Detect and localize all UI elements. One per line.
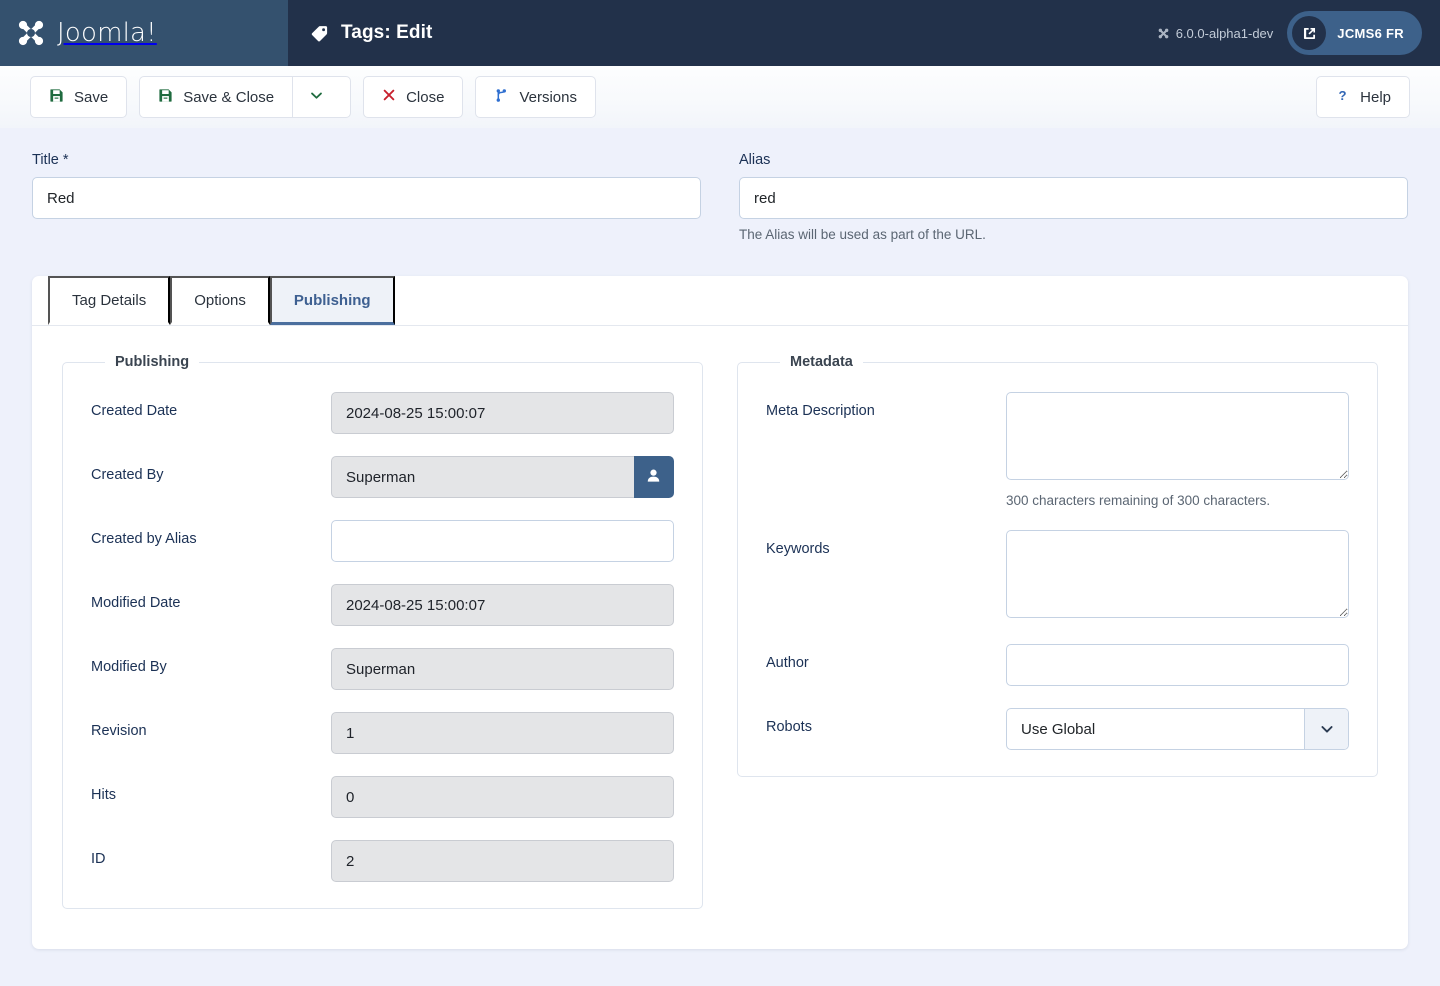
id-label: ID bbox=[91, 851, 106, 867]
author-input[interactable] bbox=[1006, 644, 1349, 686]
title-alias-row: Title * Alias The Alias will be used as … bbox=[0, 128, 1440, 242]
save-and-close-label: Save & Close bbox=[183, 88, 275, 106]
save-icon bbox=[158, 88, 173, 107]
tag-icon bbox=[310, 24, 329, 43]
save-icon bbox=[49, 88, 64, 107]
version-label: 6.0.0-alpha1-dev bbox=[1175, 25, 1274, 41]
alias-help-text: The Alias will be used as part of the UR… bbox=[739, 227, 986, 242]
versions-button[interactable]: Versions bbox=[475, 76, 596, 118]
title-field-group: Title * bbox=[32, 152, 701, 242]
title-input[interactable] bbox=[32, 177, 701, 219]
revision-label: Revision bbox=[91, 723, 147, 739]
hits-input bbox=[331, 776, 674, 818]
versions-button-label: Versions bbox=[519, 88, 577, 106]
toolbar-right-group: ? Help bbox=[1316, 76, 1410, 118]
save-close-group: Save & Close bbox=[139, 76, 352, 118]
user-icon bbox=[645, 467, 662, 487]
joomla-small-icon bbox=[1157, 27, 1170, 40]
field-row-author: Author bbox=[766, 644, 1349, 686]
robots-select-wrap: Use Global bbox=[1006, 708, 1349, 750]
select-user-button[interactable] bbox=[633, 456, 674, 498]
tab-bar: Tag Details Options Publishing bbox=[32, 276, 1408, 326]
created-by-alias-input[interactable] bbox=[331, 520, 674, 562]
meta-description-label: Meta Description bbox=[766, 403, 875, 419]
field-row-revision: Revision bbox=[91, 712, 674, 754]
modified-date-label: Modified Date bbox=[91, 595, 181, 611]
close-button[interactable]: Close bbox=[363, 76, 464, 118]
field-row-created-date: Created Date bbox=[91, 392, 674, 434]
modified-date-input bbox=[331, 584, 674, 626]
field-row-keywords: Keywords bbox=[766, 530, 1349, 622]
chevron-down-icon bbox=[309, 88, 324, 107]
close-icon bbox=[382, 88, 396, 106]
app-header: Joomla! Tags: Edit 6.0.0-alpha1-dev JCMS… bbox=[0, 0, 1440, 66]
field-row-modified-by: Modified By bbox=[91, 648, 674, 690]
header-right-area: 6.0.0-alpha1-dev JCMS6 FR bbox=[1157, 0, 1440, 66]
created-date-input bbox=[331, 392, 674, 434]
visit-site-label: JCMS6 FR bbox=[1337, 25, 1404, 41]
metadata-fieldset: Metadata Meta Description 300 characters… bbox=[737, 354, 1378, 777]
brand-panel: Joomla! bbox=[0, 0, 288, 66]
created-by-input-group bbox=[331, 456, 674, 498]
field-row-created-by-alias: Created by Alias bbox=[91, 520, 674, 562]
toolbar-left-group: Save Save & Close Close Versions bbox=[30, 76, 596, 118]
save-button[interactable]: Save bbox=[30, 76, 128, 118]
help-button-label: Help bbox=[1360, 88, 1391, 106]
toolbar: Save Save & Close Close Versions ? Help bbox=[0, 66, 1440, 128]
tab-options[interactable]: Options bbox=[170, 276, 270, 325]
joomla-logo-link[interactable]: Joomla! bbox=[14, 16, 157, 50]
page-content: Title * Alias The Alias will be used as … bbox=[0, 128, 1440, 949]
close-button-label: Close bbox=[406, 88, 445, 106]
question-mark-icon: ? bbox=[1335, 88, 1350, 107]
page-title: Tags: Edit bbox=[341, 22, 433, 43]
save-and-close-button[interactable]: Save & Close bbox=[139, 76, 293, 118]
keywords-label: Keywords bbox=[766, 541, 830, 557]
field-row-modified-date: Modified Date bbox=[91, 584, 674, 626]
field-row-id: ID bbox=[91, 840, 674, 882]
meta-description-counter: 300 characters remaining of 300 characte… bbox=[1006, 493, 1271, 508]
title-label: Title * bbox=[32, 152, 69, 168]
tab-publishing[interactable]: Publishing bbox=[269, 276, 395, 325]
code-branch-icon bbox=[494, 88, 509, 107]
hits-label: Hits bbox=[91, 787, 116, 803]
tab-tag-details[interactable]: Tag Details bbox=[48, 276, 171, 325]
author-label: Author bbox=[766, 655, 809, 671]
created-date-label: Created Date bbox=[91, 403, 178, 419]
publishing-fieldset: Publishing Created Date Created By bbox=[62, 354, 703, 909]
save-options-dropdown-button[interactable] bbox=[292, 76, 352, 118]
modified-by-label: Modified By bbox=[91, 659, 167, 675]
id-input bbox=[331, 840, 674, 882]
save-button-label: Save bbox=[74, 88, 109, 106]
alias-label: Alias bbox=[739, 152, 771, 168]
page-title-area: Tags: Edit bbox=[288, 0, 1157, 66]
meta-description-textarea[interactable] bbox=[1006, 392, 1349, 480]
publishing-tab-panel: Publishing Created Date Created By bbox=[32, 326, 1408, 949]
version-badge: 6.0.0-alpha1-dev bbox=[1157, 25, 1274, 41]
created-by-label: Created By bbox=[91, 467, 164, 483]
robots-select[interactable]: Use Global bbox=[1006, 708, 1349, 750]
created-by-alias-label: Created by Alias bbox=[91, 531, 197, 547]
external-link-icon bbox=[1292, 16, 1327, 50]
metadata-legend: Metadata bbox=[790, 354, 853, 370]
joomla-logo-icon bbox=[14, 16, 48, 50]
created-by-input bbox=[331, 456, 634, 498]
svg-text:?: ? bbox=[1339, 88, 1347, 103]
help-button[interactable]: ? Help bbox=[1316, 76, 1410, 118]
field-row-robots: Robots Use Global bbox=[766, 708, 1349, 750]
robots-label: Robots bbox=[766, 719, 812, 735]
visit-site-button[interactable]: JCMS6 FR bbox=[1287, 11, 1422, 55]
alias-input[interactable] bbox=[739, 177, 1408, 219]
edit-card: Tag Details Options Publishing Publishin… bbox=[32, 276, 1408, 949]
alias-field-group: Alias The Alias will be used as part of … bbox=[739, 152, 1408, 242]
field-row-hits: Hits bbox=[91, 776, 674, 818]
modified-by-input bbox=[331, 648, 674, 690]
revision-input bbox=[331, 712, 674, 754]
publishing-legend: Publishing bbox=[115, 354, 190, 370]
keywords-textarea[interactable] bbox=[1006, 530, 1349, 618]
field-row-created-by: Created By bbox=[91, 456, 674, 498]
joomla-wordmark: Joomla! bbox=[57, 18, 157, 48]
field-row-meta-description: Meta Description 300 characters remainin… bbox=[766, 392, 1349, 508]
